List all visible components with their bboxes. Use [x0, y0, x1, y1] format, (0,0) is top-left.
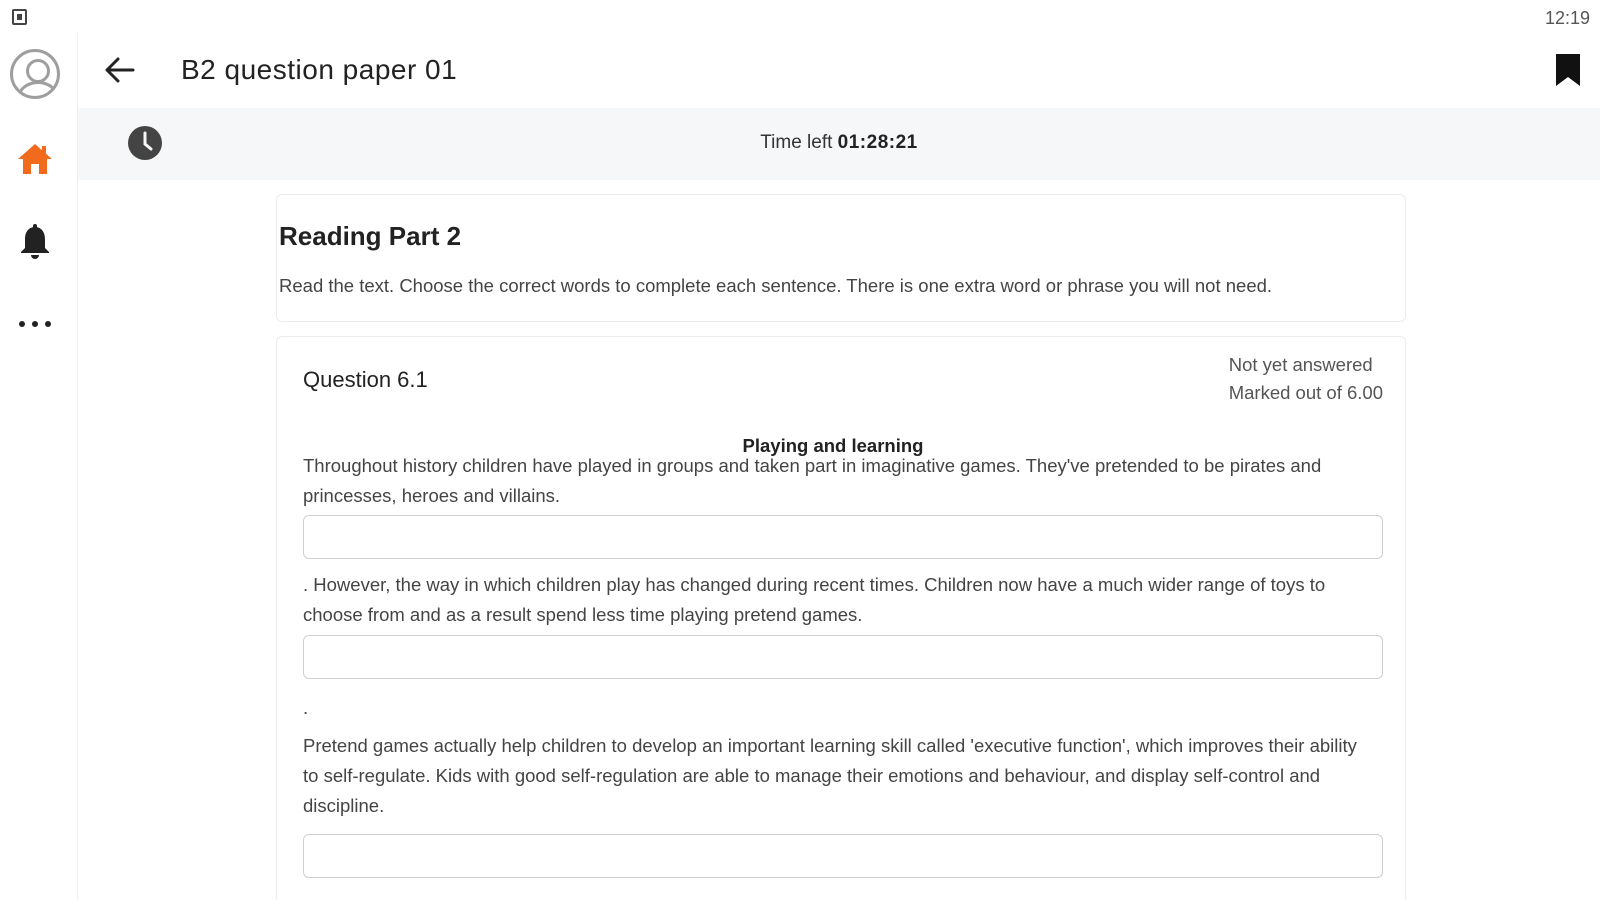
bookmark-icon [1556, 54, 1580, 86]
answer-status: Not yet answered [1228, 354, 1373, 375]
more-horizontal-icon [19, 321, 51, 327]
answer-field-1[interactable] [303, 515, 1383, 559]
home-icon [18, 144, 52, 174]
question-marks: Marked out of 6.00 [1228, 382, 1383, 403]
section-card: Reading Part 2 Read the text. Choose the… [276, 194, 1406, 322]
question-label: Question 6.1 [303, 367, 428, 392]
section-instruction: Read the text. Choose the correct words … [279, 275, 1273, 296]
answer-field-3[interactable] [303, 834, 1383, 878]
rail-item-home[interactable] [0, 129, 70, 189]
back-button[interactable] [100, 50, 140, 90]
rail-item-profile[interactable] [0, 44, 70, 104]
passage-paragraph: . However, the way in which children pla… [303, 574, 1326, 625]
question-card: Question 6.1 Not yet answered Marked out… [276, 336, 1406, 900]
navigation-rail [0, 34, 78, 900]
avatar-icon [10, 49, 60, 99]
bookmark-button[interactable] [1550, 50, 1586, 90]
section-title: Reading Part 2 [279, 221, 462, 251]
passage-paragraph: Pretend games actually help children to … [303, 735, 1357, 816]
rail-item-more[interactable] [0, 294, 70, 354]
timer-readout: Time left 01:28:21 [78, 132, 1600, 154]
timer-bar: Time left 01:28:21 [78, 108, 1600, 180]
bell-icon [21, 224, 49, 259]
timer-label: Time left [760, 132, 833, 153]
notification-icon [12, 9, 27, 25]
passage-paragraph: . [303, 697, 309, 718]
status-bar: 12:19 [0, 0, 1600, 34]
arrow-left-icon [105, 57, 135, 83]
app-bar: B2 question paper 01 [78, 34, 1600, 108]
status-time: 12:19 [1544, 8, 1590, 28]
rail-item-notifications[interactable] [0, 212, 70, 272]
page-title: B2 question paper 01 [181, 54, 458, 85]
timer-value: 01:28:21 [837, 132, 918, 153]
answer-field-2[interactable] [303, 635, 1383, 679]
question-status: Not yet answered Marked out of 6.00 [1229, 351, 1383, 407]
passage-paragraph: Throughout history children have played … [303, 455, 1322, 506]
